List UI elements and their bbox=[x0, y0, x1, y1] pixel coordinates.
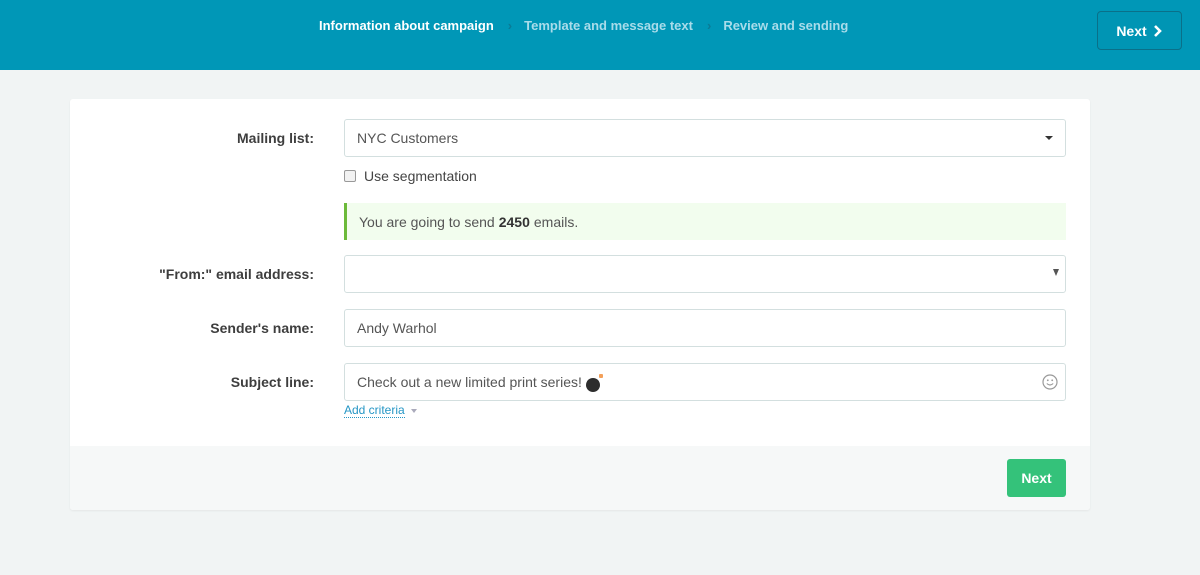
step-template[interactable]: Template and message text bbox=[524, 18, 693, 33]
chevron-right-icon: › bbox=[706, 18, 712, 33]
segmentation-label: Use segmentation bbox=[364, 168, 477, 184]
chevron-right-icon: › bbox=[507, 18, 513, 33]
add-criteria-label: Add criteria bbox=[344, 403, 405, 418]
sender-name-label: Sender's name: bbox=[210, 320, 314, 336]
header-next-button[interactable]: Next bbox=[1097, 11, 1182, 50]
emoji-picker-icon[interactable] bbox=[1042, 374, 1058, 390]
caret-down-icon bbox=[1045, 136, 1053, 140]
step-information[interactable]: Information about campaign bbox=[319, 18, 494, 33]
caret-down-icon bbox=[1053, 269, 1059, 276]
alert-prefix: You are going to send bbox=[359, 213, 495, 230]
segmentation-checkbox[interactable] bbox=[344, 170, 356, 182]
add-criteria-link[interactable]: Add criteria bbox=[344, 403, 417, 418]
email-count: 2450 bbox=[498, 213, 530, 230]
subject-line-input[interactable]: Check out a new limited print series! bbox=[344, 363, 1066, 401]
sender-name-value: Andy Warhol bbox=[357, 320, 437, 336]
alert-suffix: emails. bbox=[533, 213, 579, 230]
sender-name-input[interactable]: Andy Warhol bbox=[344, 309, 1066, 347]
mailing-list-label: Mailing list: bbox=[237, 130, 314, 146]
card-footer bbox=[70, 446, 1090, 510]
top-header: Information about campaign › Template an… bbox=[0, 0, 1200, 70]
subject-line-value: Check out a new limited print series! bbox=[357, 374, 582, 390]
mailing-list-select[interactable]: NYC Customers bbox=[344, 119, 1066, 157]
campaign-form-card: Mailing list: NYC Customers Use segmenta… bbox=[70, 99, 1090, 510]
segmentation-option[interactable]: Use segmentation bbox=[344, 168, 477, 184]
footer-next-button[interactable]: Next bbox=[1007, 459, 1066, 497]
from-email-select[interactable] bbox=[344, 255, 1066, 293]
next-label: Next bbox=[1116, 22, 1147, 39]
send-count-alert: You are going to send 2450 emails. bbox=[344, 203, 1066, 240]
from-email-label: "From:" email address: bbox=[159, 266, 314, 282]
mailing-list-value: NYC Customers bbox=[357, 130, 459, 146]
bomb-emoji-icon bbox=[585, 374, 603, 392]
step-review[interactable]: Review and sending bbox=[723, 18, 848, 33]
subject-line-label: Subject line: bbox=[230, 374, 314, 390]
caret-down-icon bbox=[410, 408, 417, 413]
chevron-right-icon bbox=[1153, 24, 1162, 37]
wizard-steps: Information about campaign › Template an… bbox=[319, 18, 848, 33]
